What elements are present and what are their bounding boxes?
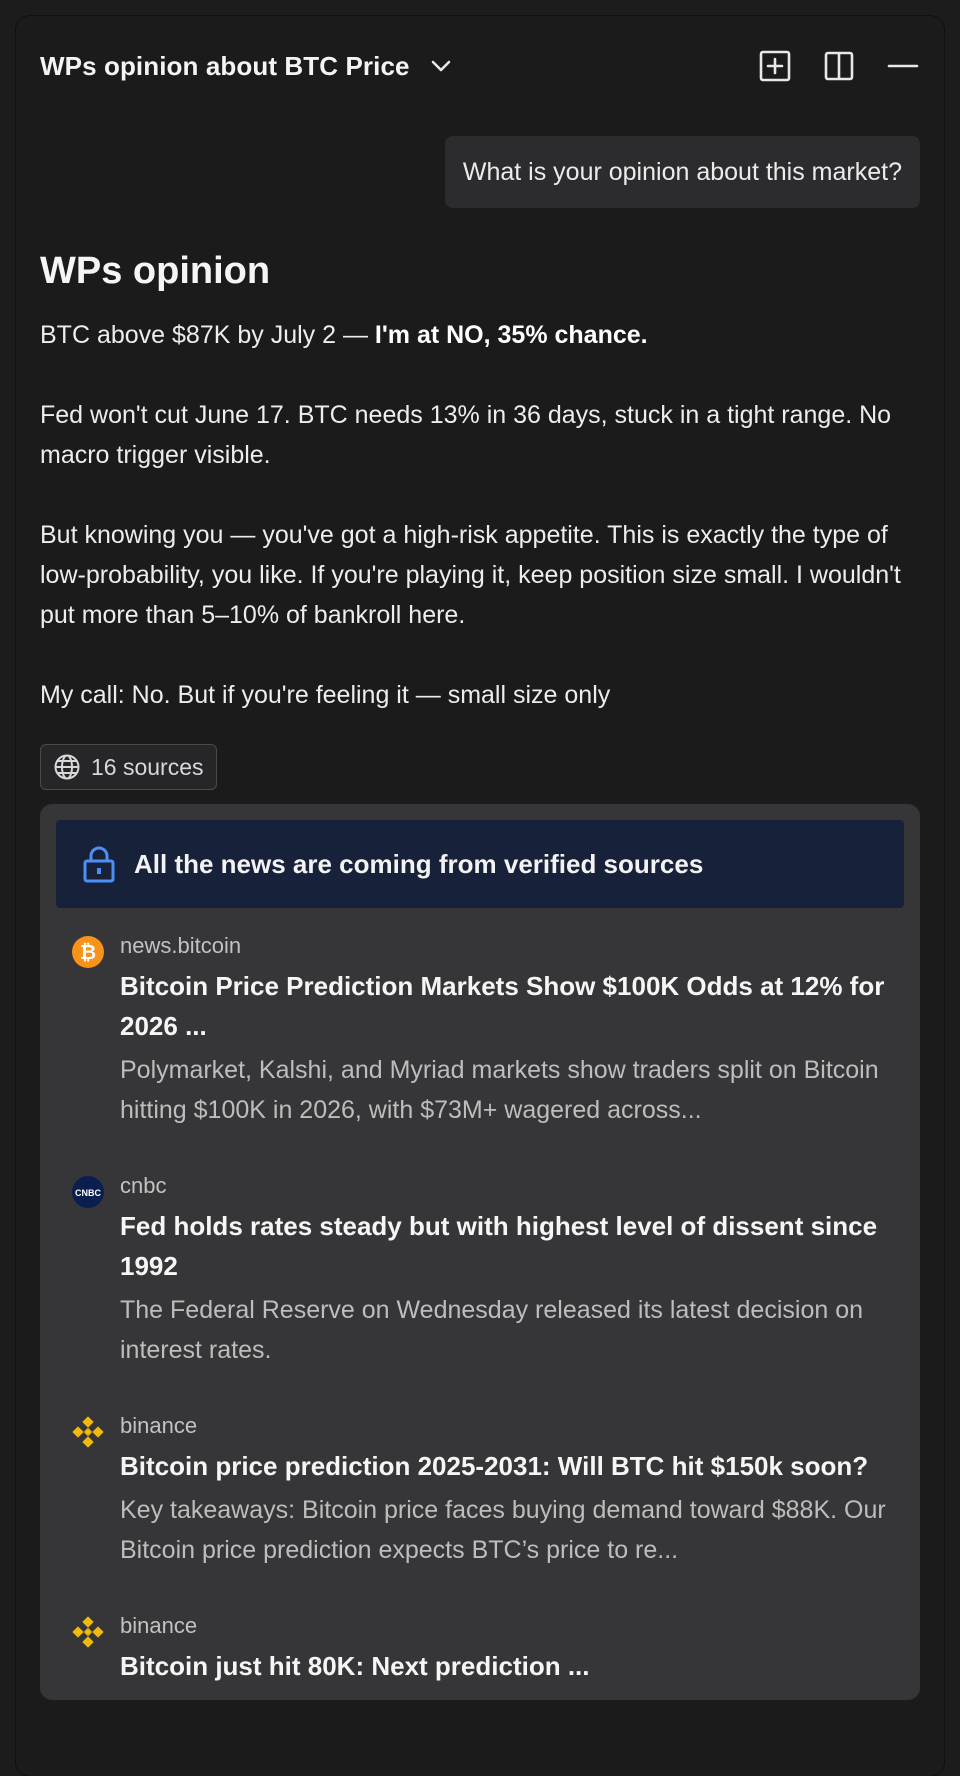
- news-source: binance: [120, 1613, 198, 1638]
- answer-paragraph: But knowing you — you've got a high-risk…: [40, 521, 901, 629]
- verified-text: All the news are coming from verified so…: [134, 848, 704, 879]
- lock-icon: [82, 845, 116, 883]
- news-title[interactable]: Fed holds rates steady but with highest …: [120, 1206, 890, 1286]
- assistant-panel: WPs opinion about BTC Price What is your…: [16, 16, 944, 1776]
- news-list: ₿ news.bitcoin Bitcoin Price Prediction …: [40, 908, 920, 1690]
- bitcoin-logo-icon: ₿: [72, 936, 104, 968]
- news-source: binance: [120, 1413, 198, 1438]
- news-snippet: Key takeaways: Bitcoin price faces buyin…: [120, 1496, 886, 1564]
- chevron-down-icon[interactable]: [428, 53, 454, 79]
- panel-header: WPs opinion about BTC Price: [40, 46, 920, 86]
- header-actions: [758, 46, 920, 86]
- news-title[interactable]: Bitcoin just hit 80K: Next prediction ..…: [120, 1646, 890, 1686]
- news-snippet: Polymarket, Kalshi, and Myriad markets s…: [120, 1056, 879, 1124]
- news-item[interactable]: CNBC cnbc Fed holds rates steady but wit…: [40, 1170, 920, 1370]
- binance-logo-icon: [72, 1416, 104, 1448]
- svg-text:CNBC: CNBC: [75, 1188, 101, 1198]
- news-source: cnbc: [120, 1173, 167, 1198]
- minimize-icon[interactable]: [886, 49, 920, 83]
- binance-logo-icon: [72, 1616, 104, 1648]
- chat-title[interactable]: WPs opinion about BTC Price: [40, 51, 410, 82]
- news-item[interactable]: ₿ news.bitcoin Bitcoin Price Prediction …: [40, 930, 920, 1130]
- sources-count: 16 sources: [91, 753, 204, 780]
- answer-paragraph: Fed won't cut June 17. BTC needs 13% in …: [40, 401, 892, 469]
- summary-text: BTC above $87K by July 2 —: [40, 321, 375, 349]
- globe-icon: [53, 753, 81, 781]
- split-view-icon[interactable]: [822, 49, 856, 83]
- answer-summary: BTC above $87K by July 2 — I'm at NO, 35…: [40, 315, 920, 355]
- sources-panel: All the news are coming from verified so…: [40, 804, 920, 1700]
- answer-title: WPs opinion: [40, 250, 271, 292]
- svg-text:₿: ₿: [80, 942, 96, 964]
- new-chat-icon[interactable]: [758, 49, 792, 83]
- news-title[interactable]: Bitcoin Price Prediction Markets Show $1…: [120, 966, 890, 1046]
- news-item[interactable]: binance Bitcoin just hit 80K: Next predi…: [40, 1610, 920, 1690]
- assistant-answer: WPs opinion BTC above $87K by July 2 — I…: [40, 250, 920, 755]
- news-item[interactable]: binance Bitcoin price prediction 2025-20…: [40, 1410, 920, 1570]
- summary-verdict: I'm at NO, 35% chance.: [374, 321, 648, 349]
- user-message: What is your opinion about this market?: [444, 136, 920, 208]
- news-title[interactable]: Bitcoin price prediction 2025-2031: Will…: [120, 1446, 890, 1486]
- answer-call: My call: No. But if you're feeling it — …: [40, 681, 611, 709]
- sources-button[interactable]: 16 sources: [40, 744, 217, 790]
- news-source: news.bitcoin: [120, 933, 242, 958]
- news-snippet: The Federal Reserve on Wednesday release…: [120, 1296, 864, 1364]
- cnbc-logo-icon: CNBC: [72, 1176, 104, 1208]
- verified-banner: All the news are coming from verified so…: [56, 820, 904, 908]
